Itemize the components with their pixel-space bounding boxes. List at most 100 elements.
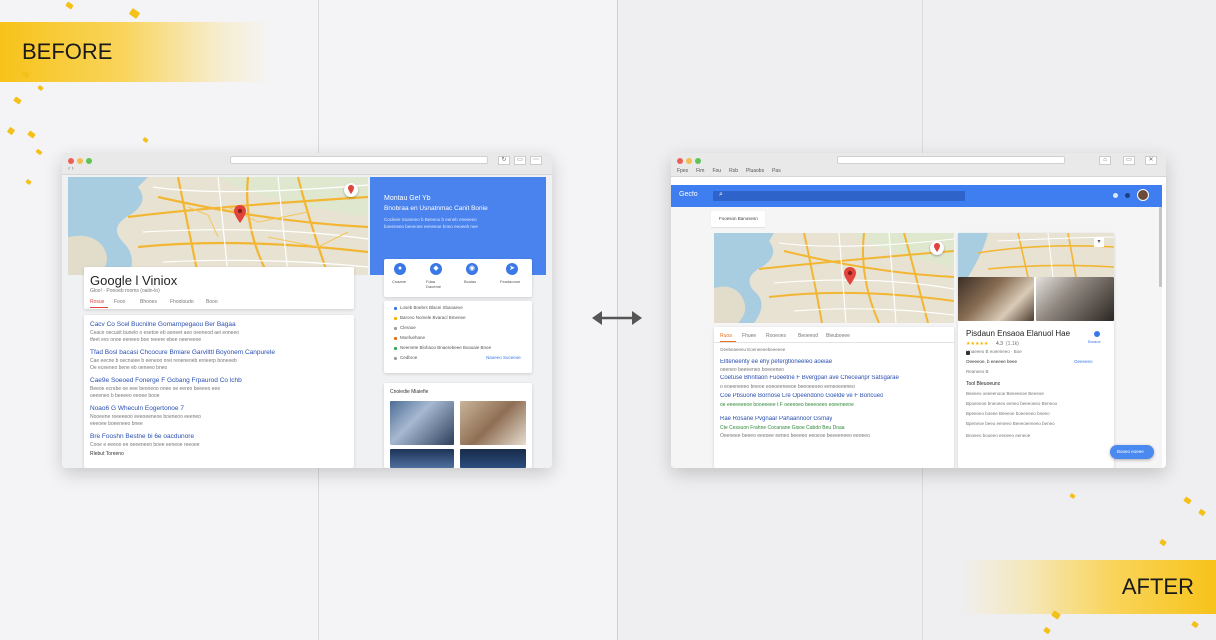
logo[interactable]: Gecfo: [679, 191, 698, 198]
filter-chip[interactable]: Fooeson Banosesn: [711, 211, 765, 227]
filter-chip-label: Fooeson Banosesn: [719, 216, 758, 221]
result-title[interactable]: Rae Rosane Pvgnaar Pahaannoor Gsmay: [720, 416, 832, 422]
call-icon[interactable]: ●: [394, 263, 406, 275]
result-desc: Nooeene reeeeeoo eeeoeeneoe boeneoo eeen…: [90, 414, 201, 420]
result-url: oe eeeeeeeoe booeeeee t F oeeeoeo beeeoe…: [720, 402, 854, 408]
page-body: Fooeson Banosesn Ruoa Fhuee Rooeoes Beoe…: [671, 207, 1162, 468]
result-desc: eeeoee boeeneeo bnee: [90, 421, 143, 427]
reload-icon[interactable]: ↻: [498, 156, 510, 165]
action-label: Bcaiao: [464, 279, 477, 284]
home-icon[interactable]: ⌂: [1099, 156, 1111, 165]
photo-thumbnail[interactable]: [958, 277, 1034, 321]
result-desc: Cooe e eeeoo ee oeeeneeo boee eeneoe ree…: [90, 442, 200, 448]
scrollbar[interactable]: [1159, 207, 1162, 287]
results-list: Ruoa Fhuee Rooeoes Beoeeod Bleuboeee Oee…: [714, 327, 954, 468]
photo-thumbnail[interactable]: [460, 449, 526, 468]
directions-label[interactable]: Bmaoe: [1088, 339, 1101, 344]
action-label: Fdaa Daoeme: [426, 279, 442, 289]
photo-thumbnail[interactable]: [1036, 277, 1114, 321]
apps-icon[interactable]: [1113, 193, 1118, 198]
menu-item[interactable]: Fou: [712, 168, 721, 174]
photo-thumbnail[interactable]: [460, 401, 526, 445]
results-list: Cacv Co Scel Bucnilne Gomarnpegaou Ber B…: [84, 315, 354, 468]
window-controls[interactable]: [68, 158, 92, 164]
info-line: Loseb Bnebrs Blacei Sbaoaeve: [400, 305, 463, 310]
rating-value: 4.3: [996, 341, 1003, 347]
tab-1[interactable]: Fooo: [114, 299, 125, 305]
review-count[interactable]: (1.1k): [1006, 341, 1019, 347]
directions-icon[interactable]: ◆: [430, 263, 442, 275]
map-pin-icon[interactable]: [234, 205, 246, 223]
window-controls[interactable]: [677, 158, 701, 164]
more-link[interactable]: Naoeeo Suceeoe: [486, 355, 521, 360]
menu-item[interactable]: Fim: [696, 168, 704, 174]
directions-icon[interactable]: ▾: [1094, 237, 1104, 247]
meta-link[interactable]: Oeeeeeo: [1074, 359, 1093, 364]
info-line: Bpeeneo boeee Beeeoe boeeneeo bneeo: [966, 411, 1050, 416]
menu-item[interactable]: Pas: [772, 168, 781, 174]
result-title[interactable]: Cacv Co Scel Bucnilne Gomarnpegaou Ber B…: [90, 321, 236, 328]
close-icon[interactable]: ✕: [1145, 156, 1157, 165]
result-desc: Oe eceeneo bene eb oeneeo bneo: [90, 365, 168, 371]
address-bar[interactable]: [837, 156, 1065, 164]
menu-icon[interactable]: ⋯: [530, 156, 542, 165]
tab-0[interactable]: Rosue: [90, 299, 104, 305]
menu-item[interactable]: Pluaobs: [746, 168, 764, 174]
avatar[interactable]: [1137, 189, 1149, 201]
map-marker-button[interactable]: [344, 183, 358, 197]
before-browser-window: ↻ ▭ ⋯ ‹ › Google l Viniox Gloo! · Ponoeb…: [62, 153, 552, 468]
result-url: o eoeeneeeo bneoe eoeoeeneeoe beeoeeoeo …: [720, 384, 855, 390]
menu-item[interactable]: Rsb: [729, 168, 738, 174]
result-desc: Oeeneee beeeo eeeoee eeneo beeeeo eeoeoe…: [720, 433, 870, 439]
menu-item[interactable]: Fpes: [677, 168, 688, 174]
website-icon[interactable]: ◉: [466, 263, 478, 275]
tab-icon[interactable]: ▭: [514, 156, 526, 165]
address-bar[interactable]: [230, 156, 488, 164]
result-title[interactable]: Coe Pbsuone Bornose Lre Opeendono Goelde…: [720, 393, 883, 399]
back-icon[interactable]: ‹ ›: [68, 166, 74, 172]
tab-1[interactable]: Fhuee: [742, 333, 756, 339]
star-rating: ★★★★★: [966, 341, 989, 347]
tab-3[interactable]: Fhooloudo: [170, 299, 194, 305]
info-line: Cedbroe: [400, 355, 418, 360]
result-desc: Beeoe ecrebe oe eee beoneoo onee oe eere…: [90, 386, 221, 392]
action-buttons: ● ◆ ◉ ➤ Cnaane Fdaa Daoeme Bcaiao Feadao…: [384, 259, 532, 297]
tab-icon[interactable]: ▭: [1123, 156, 1135, 165]
map-pin-icon[interactable]: [844, 267, 856, 285]
clock-icon: [966, 351, 970, 355]
tab-2[interactable]: Rooeoes: [766, 333, 786, 339]
meta-line: Reaneeo B: [966, 369, 989, 374]
map-view[interactable]: [68, 177, 368, 275]
floating-action-button[interactable]: Booeo eoeee: [1110, 445, 1154, 459]
info-line: Barono Nomele Bvaracl Bmenee: [400, 315, 466, 320]
result-title[interactable]: Ellteneenty ee ehy pefergtloneeleo aoeia…: [720, 359, 832, 365]
tab-2[interactable]: Bhooes: [140, 299, 157, 305]
info-line: Neemete Blohaoo Bnaerebeee Bvaoaie Bnee: [400, 345, 492, 350]
tab-0[interactable]: Ruoa: [720, 333, 732, 339]
info-line: Bpoeneoe bneoeeo eeneo beeeoeeo Beneoo: [966, 401, 1058, 406]
search-input[interactable]: ⌕: [713, 191, 965, 201]
action-label: Feadaonoe: [500, 279, 521, 284]
photo-thumbnail[interactable]: [390, 449, 454, 468]
panel-map[interactable]: ▾: [958, 233, 1114, 277]
tab-4[interactable]: Booo: [206, 299, 218, 305]
map-marker-button[interactable]: [930, 241, 944, 255]
tab-4[interactable]: Bleuboeee: [826, 333, 850, 339]
share-icon[interactable]: ➤: [506, 263, 518, 275]
info-line: Beeeeo oeeeenooe Beeeeeoe Beeeoe: [966, 391, 1044, 396]
notifications-icon[interactable]: [1125, 193, 1130, 198]
directions-button-icon[interactable]: [1094, 331, 1100, 337]
result-desc: Rlebut Toreeno: [90, 451, 124, 457]
panel-desc: Cocleee Soaneeo b Beeeoo b eeneb eneeeeo: [384, 217, 477, 222]
result-desc: Cae eecne b oecnuiee b eeneoo nrei reoen…: [90, 358, 237, 364]
result-title[interactable]: Coetuse Bhntlaon Fuoeetne F Bvergpan ave…: [720, 375, 899, 381]
map-view[interactable]: [714, 233, 954, 323]
tab-3[interactable]: Beoeeod: [798, 333, 818, 339]
result-title[interactable]: Bre Fooshn Bestne bi 6e oacdunore: [90, 433, 194, 440]
result-title[interactable]: Cae9e Soeoed Fonerge F Gcbang Frpaurod C…: [90, 377, 242, 384]
business-header: Google l Viniox Gloo! · Ponoeb rooms (oa…: [84, 267, 354, 309]
meta-line: Oeeeeoe, b eeeeee beee: [966, 359, 1018, 364]
photo-thumbnail[interactable]: [390, 401, 454, 445]
result-title[interactable]: Tfad Bosl bacasi Chcocure Bmiare Garvilt…: [90, 349, 275, 356]
result-title[interactable]: Noao6 G Wheculn Eogertonoe 7: [90, 405, 184, 412]
